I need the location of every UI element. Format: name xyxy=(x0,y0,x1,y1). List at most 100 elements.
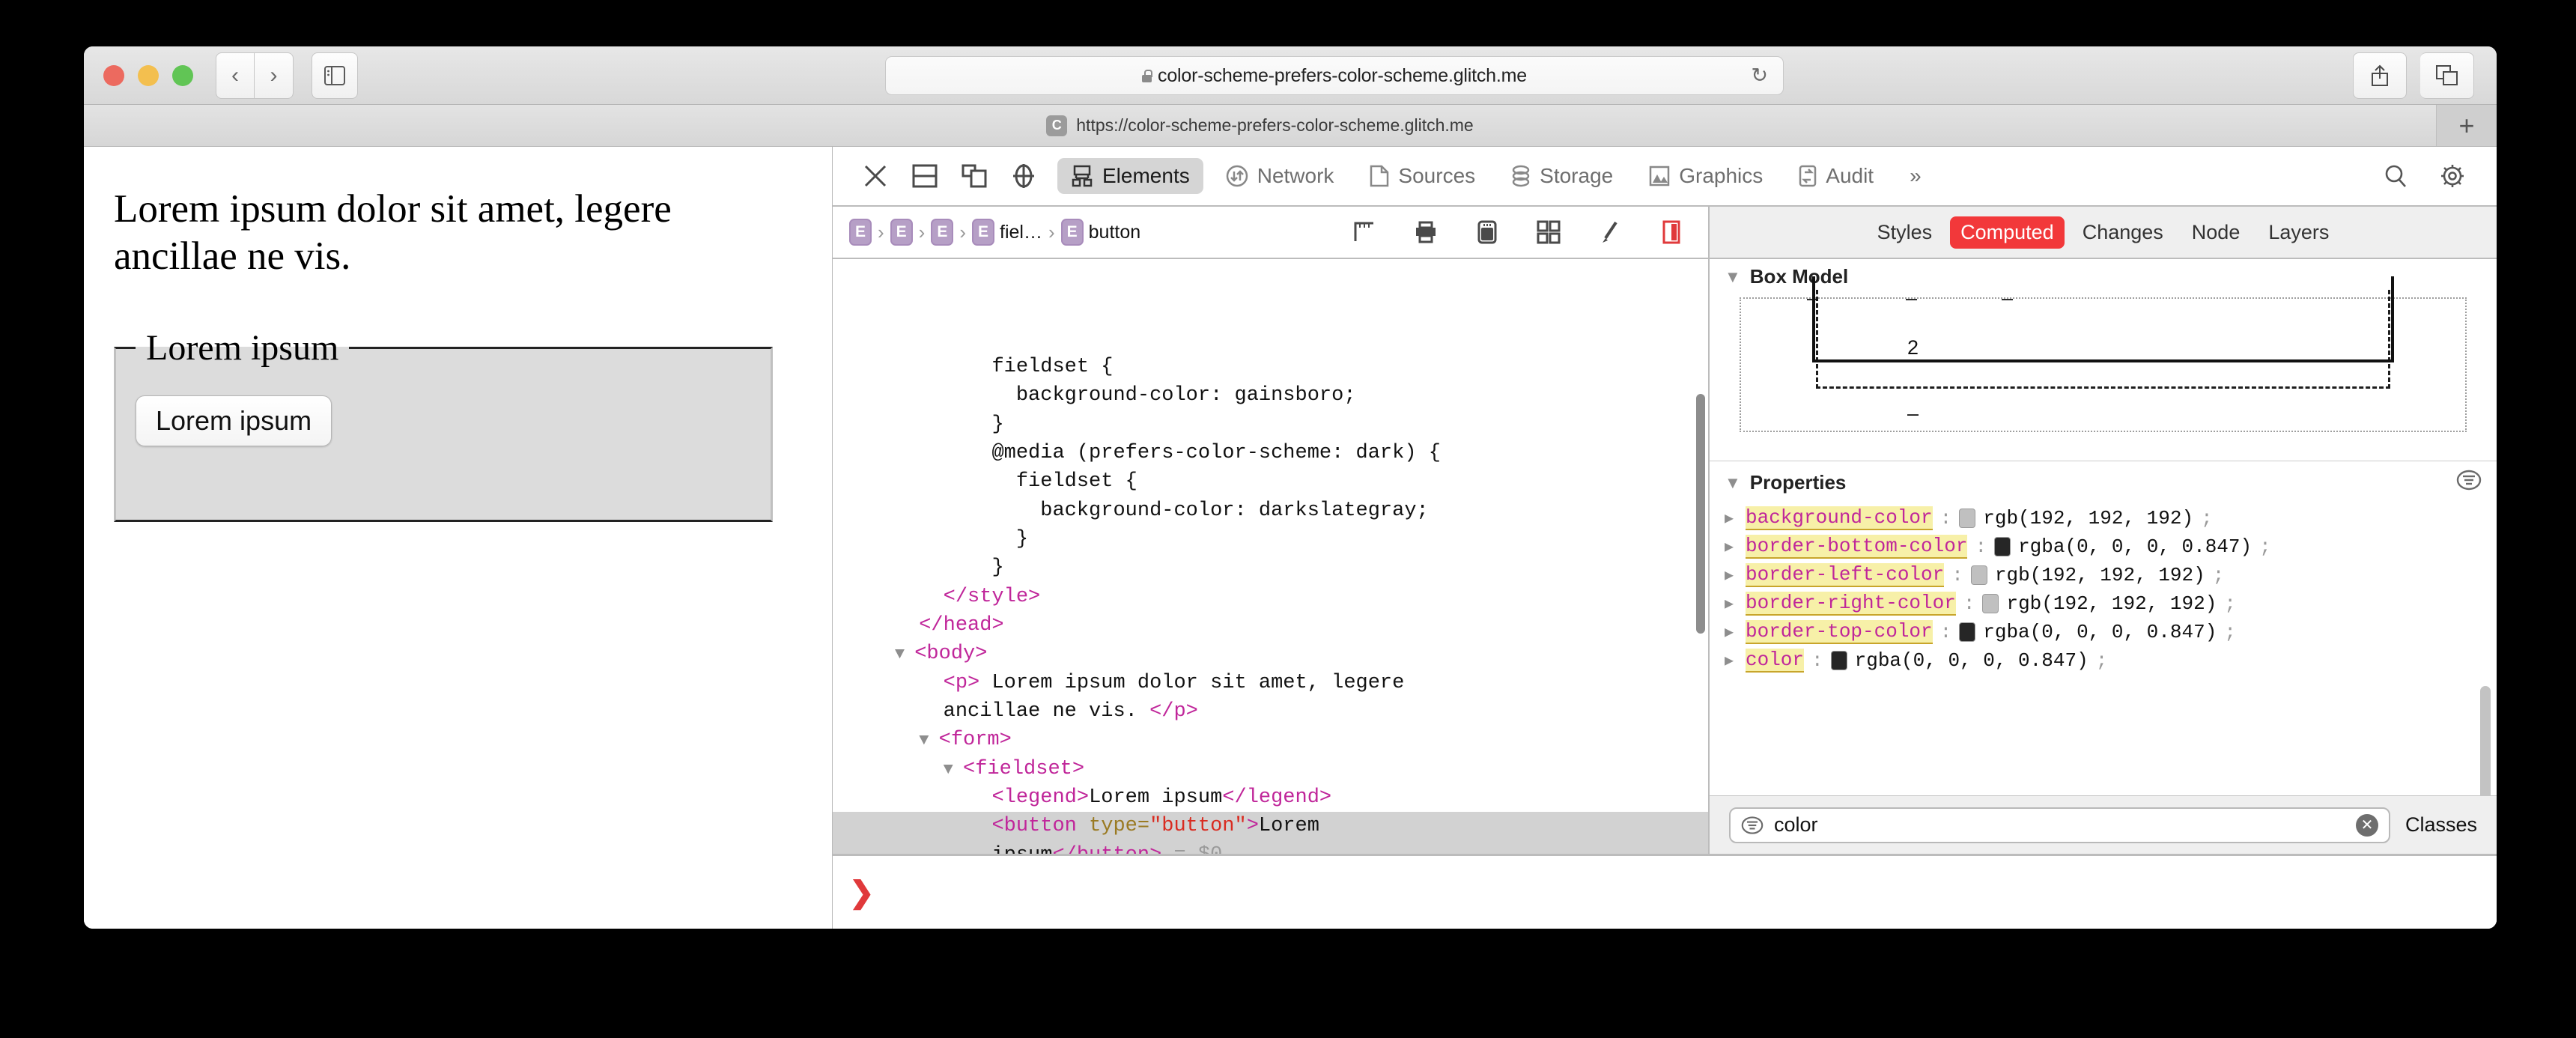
maximize-window-button[interactable] xyxy=(172,64,193,86)
device-button[interactable] xyxy=(1462,207,1512,257)
breadcrumb-item-button[interactable]: E button xyxy=(1057,219,1146,246)
dom-tree-line[interactable]: <p> Lorem ipsum dolor sit amet, legere xyxy=(833,669,1708,697)
grid-layout-button[interactable] xyxy=(1524,207,1573,257)
dom-tree-line[interactable]: </head> xyxy=(833,611,1708,640)
properties-filter-input[interactable]: color ✕ xyxy=(1729,807,2390,843)
color-swatch[interactable] xyxy=(1959,509,1976,528)
devtools-tab-elements[interactable]: Elements xyxy=(1057,158,1203,194)
chevron-right-icon[interactable]: ▶ xyxy=(1725,622,1738,642)
dock-undock-button[interactable] xyxy=(950,151,999,201)
address-bar[interactable]: color-scheme-prefers-color-scheme.glitch… xyxy=(885,56,1784,95)
dom-tree-line[interactable]: ▼ <fieldset> xyxy=(833,755,1708,783)
dom-tree-line[interactable]: ▼ <body> xyxy=(833,640,1708,668)
box-model-value-2[interactable]: – xyxy=(2002,287,2013,310)
print-button[interactable] xyxy=(1401,207,1450,257)
properties-filter-button[interactable] xyxy=(2456,467,2482,498)
sidebar-tab-computed[interactable]: Computed xyxy=(1950,216,2065,249)
properties-header[interactable]: ▼ Properties xyxy=(1710,461,2497,504)
breadcrumb-item-fieldset[interactable]: E fiel… xyxy=(967,219,1047,246)
dom-tree-line[interactable]: fieldset { xyxy=(833,353,1708,381)
close-window-button[interactable] xyxy=(103,64,124,86)
devtools-search-button[interactable] xyxy=(2371,151,2420,201)
clear-filter-button[interactable]: ✕ xyxy=(2355,813,2378,837)
dom-tree-line[interactable]: } xyxy=(833,410,1708,439)
devtools-settings-button[interactable] xyxy=(2428,151,2477,201)
devtools-tab-network[interactable]: Network xyxy=(1212,158,1348,194)
sidebar-tab-styles[interactable]: Styles xyxy=(1867,216,1943,249)
box-model-value-3[interactable]: 2 xyxy=(1907,336,1919,359)
dom-tree-line[interactable]: } xyxy=(833,525,1708,553)
dom-tree-line[interactable]: ▼ <form> xyxy=(833,726,1708,754)
properties-scrollbar[interactable] xyxy=(2480,686,2491,795)
sidebar-tab-layers[interactable]: Layers xyxy=(2258,216,2339,249)
dom-tree[interactable]: fieldset { background-color: gainsboro; … xyxy=(833,259,1710,854)
dom-tree-line[interactable]: background-color: gainsboro; xyxy=(833,381,1708,410)
ruler-button[interactable] xyxy=(1340,207,1389,257)
chevron-right-icon[interactable]: ▶ xyxy=(1725,537,1738,556)
computed-sidebar: ▼ Box Model – – – 2 – ▼ Properties ▶ bac… xyxy=(1710,259,2497,854)
color-swatch[interactable] xyxy=(1970,565,1987,585)
dock-bottom-button[interactable] xyxy=(900,151,950,201)
property-row[interactable]: ▶ border-left-color: rgb(192, 192, 192); xyxy=(1710,561,2497,589)
box-model-value-0[interactable]: – xyxy=(1807,287,1818,310)
paintbrush-button[interactable] xyxy=(1585,207,1635,257)
sidebar-tab-node[interactable]: Node xyxy=(2181,216,2251,249)
page-lorem-button[interactable]: Lorem ipsum xyxy=(136,395,332,447)
sidebar-tab-changes[interactable]: Changes xyxy=(2072,216,2174,249)
layout-sidebar-button[interactable] xyxy=(1647,207,1696,257)
devtools-tab-audit[interactable]: Audit xyxy=(1785,158,1887,194)
box-model-value-4[interactable]: – xyxy=(1907,402,1919,425)
forward-button[interactable]: › xyxy=(255,52,294,99)
tab-overview-button[interactable] xyxy=(2420,52,2474,99)
dom-tree-line[interactable]: } xyxy=(833,553,1708,582)
sidebar-toggle-button[interactable] xyxy=(312,52,358,99)
property-row[interactable]: ▶ border-top-color: rgba(0, 0, 0, 0.847); xyxy=(1710,618,2497,646)
box-model-value-1[interactable]: – xyxy=(1906,287,1917,310)
dom-tree-line[interactable]: ancillae ne vis. </p> xyxy=(833,697,1708,726)
dom-tree-line[interactable]: fieldset { xyxy=(833,467,1708,496)
address-bar-inner: color-scheme-prefers-color-scheme.glitch… xyxy=(1142,65,1527,87)
classes-button[interactable]: Classes xyxy=(2405,813,2477,837)
chevron-right-icon[interactable]: ▶ xyxy=(1725,594,1738,613)
reload-icon[interactable]: ↻ xyxy=(1751,64,1768,88)
dom-tree-line[interactable]: <legend>Lorem ipsum</legend> xyxy=(833,783,1708,812)
dom-tree-line[interactable]: <button type="button">Lorem xyxy=(833,812,1708,841)
color-swatch[interactable] xyxy=(1994,537,2011,556)
property-row[interactable]: ▶ background-color: rgb(192, 192, 192); xyxy=(1710,504,2497,532)
devtools-tab-sources[interactable]: Sources xyxy=(1356,158,1489,194)
property-colon: : xyxy=(1975,535,1987,558)
breadcrumb-item-1[interactable]: E xyxy=(886,219,917,246)
property-row[interactable]: ▶ border-bottom-color: rgba(0, 0, 0, 0.847… xyxy=(1710,532,2497,561)
devtools-close-button[interactable] xyxy=(851,151,900,201)
new-tab-button[interactable]: + xyxy=(2437,105,2497,146)
browser-tab[interactable]: C https://color-scheme-prefers-color-sch… xyxy=(84,105,2437,146)
chevron-right-icon[interactable]: ▶ xyxy=(1725,651,1738,670)
console-prompt-bar[interactable]: ❯ xyxy=(833,854,2497,929)
devtools-tab-graphics[interactable]: Graphics xyxy=(1635,158,1776,194)
dom-tree-scrollbar[interactable] xyxy=(1696,394,1705,634)
back-button[interactable]: ‹ xyxy=(216,52,255,99)
chevron-right-icon[interactable]: ▶ xyxy=(1725,565,1738,585)
breadcrumb-item-0[interactable]: E xyxy=(845,219,876,246)
property-row[interactable]: ▶ color: rgba(0, 0, 0, 0.847); xyxy=(1710,646,2497,675)
search-icon xyxy=(2385,165,2406,187)
share-button[interactable] xyxy=(2353,52,2407,99)
property-name: border-top-color xyxy=(1746,620,1933,644)
color-swatch[interactable] xyxy=(1959,622,1976,642)
property-row[interactable]: ▶ border-right-color: rgb(192, 192, 192); xyxy=(1710,589,2497,618)
color-swatch[interactable] xyxy=(1830,651,1847,670)
minimize-window-button[interactable] xyxy=(138,64,159,86)
devtools-tabs-overflow-button[interactable]: » xyxy=(1896,158,1935,194)
dom-tree-line[interactable]: @media (prefers-color-scheme: dark) { xyxy=(833,439,1708,467)
breadcrumb-item-2[interactable]: E xyxy=(926,219,958,246)
dom-tree-line[interactable]: ipsum</button> = $0 xyxy=(833,840,1708,854)
chevron-right-icon[interactable]: ▶ xyxy=(1725,509,1738,528)
inspect-target-button[interactable] xyxy=(999,151,1048,201)
dom-token: type= xyxy=(1089,815,1150,838)
color-swatch[interactable] xyxy=(1982,594,1999,613)
dom-token: @media (prefers-color-scheme: dark) { xyxy=(991,441,1441,464)
property-colon: : xyxy=(1939,507,1952,529)
dom-tree-line[interactable]: background-color: darkslategray; xyxy=(833,497,1708,525)
dom-tree-line[interactable]: </style> xyxy=(833,583,1708,611)
devtools-tab-storage[interactable]: Storage xyxy=(1498,158,1626,194)
